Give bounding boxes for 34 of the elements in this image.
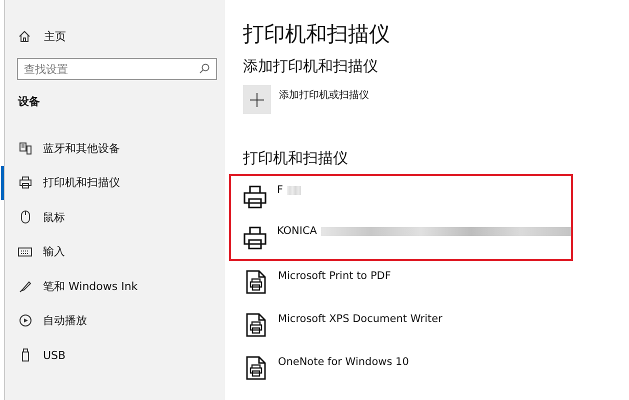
search-icon [198,63,210,74]
section-heading: 设备 [16,94,41,109]
home-icon [18,30,31,42]
plus-icon [250,92,264,106]
sidebar-item[interactable]: 自动播放 [1,304,225,338]
sidebar-item[interactable]: USB [1,338,225,372]
usb-icon [20,348,30,362]
autoplay-icon [18,314,32,328]
sidebar-item[interactable]: 输入 [1,234,225,269]
keyboard-icon [18,246,32,257]
printer-icon [242,185,267,209]
sidebar-item[interactable]: 蓝牙和其他设备 [1,131,225,166]
printer-name[interactable]: KONICA [276,225,317,237]
printer-icon [18,176,32,190]
printer-document-icon [246,313,266,337]
section-heading: 打印机和扫描仪 [242,148,349,168]
section-heading: 添加打印机和扫描仪 [242,56,379,76]
sidebar-item[interactable]: 笔和 Windows Ink [1,269,225,304]
devices-icon [18,142,32,155]
search-field[interactable]: 查找设置 [17,58,217,80]
pen-icon [18,280,32,293]
printer-document-icon [246,356,266,380]
printer-document-icon [246,270,266,294]
printer-icon [242,226,267,250]
printer-name[interactable]: OneNote for Windows 10 [278,356,409,368]
mouse-icon [20,210,30,224]
printer-name[interactable]: Microsoft XPS Document Writer [278,313,442,325]
printer-name[interactable]: F [276,184,283,196]
home-link[interactable]: 主页 [44,28,66,44]
sidebar-item[interactable]: 鼠标 [1,200,225,234]
page-title: 打印机和扫描仪 [242,21,391,48]
printer-name[interactable]: Microsoft Print to PDF [278,270,391,282]
add-button[interactable] [242,85,271,114]
add-printer-link[interactable]: 添加打印机或扫描仪 [278,88,369,102]
